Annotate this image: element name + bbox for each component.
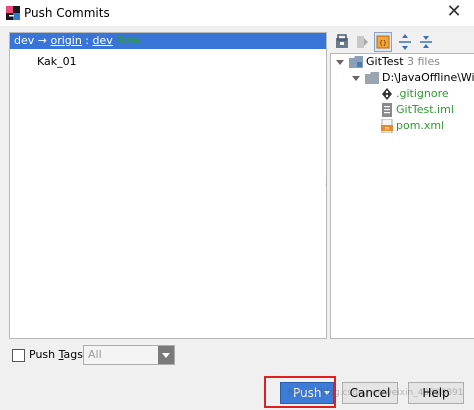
svg-text:{}: {} [379,40,387,47]
remote-name[interactable]: origin [50,34,81,47]
module-folder-icon [349,56,363,68]
title-bar: Push Commits ✕ [0,0,474,26]
xml-file-icon: m [381,119,393,133]
folder-icon [365,72,379,84]
commit-item[interactable]: Kak_01 [37,55,77,68]
arrow-icon: → [37,34,47,47]
push-tags-label: Push Tags: [29,348,87,361]
local-branch: dev [14,34,35,47]
push-tags-checkbox[interactable] [12,349,25,362]
remote-branch[interactable]: dev [93,34,113,47]
file-count: 3 files [407,55,440,68]
push-dialog: dev → origin : dev New Kak_01 · · · {} Git… [0,26,474,410]
file-name: GitTest.iml [396,103,454,116]
tags-select[interactable]: All [83,345,175,365]
branch-label: dev → origin : dev New [14,34,140,47]
file-name: .gitignore [396,87,449,100]
collapse-all-icon[interactable] [417,32,435,52]
chevron-down-icon[interactable] [336,60,344,65]
close-icon[interactable]: ✕ [442,2,466,22]
changed-files-tree[interactable]: GitTest 3 files D:\JavaOffline\Will .git… [330,53,474,339]
edit-source-icon[interactable] [353,32,371,52]
collapse-commits-icon[interactable] [333,32,351,52]
watermark: https://blog.csdn.net/weixin_43888891 [288,388,464,398]
changes-toolbar: {} [333,32,474,54]
git-file-icon [382,88,392,100]
intellij-app-icon [6,6,20,20]
chevron-down-icon[interactable] [352,76,360,81]
splitter-handle[interactable]: · · · [325,174,329,190]
iml-file-icon [382,103,392,117]
new-badge: New [116,34,141,47]
project-name: GitTest [366,55,404,68]
expand-all-icon[interactable] [396,32,414,52]
svg-text:m: m [385,126,390,132]
window-title: Push Commits [24,6,110,20]
group-by-directory-icon[interactable]: {} [374,32,392,52]
chevron-down-icon[interactable] [158,346,174,364]
file-name: pom.xml [396,119,445,132]
folder-path: D:\JavaOffline\Will [382,71,474,84]
branch-row[interactable]: dev → origin : dev New [10,33,326,49]
push-tags-label-prefix: Push [29,348,59,361]
tags-select-value: All [88,348,102,361]
commits-tree[interactable]: dev → origin : dev New Kak_01 [9,32,327,339]
branch-separator: : [81,34,93,47]
